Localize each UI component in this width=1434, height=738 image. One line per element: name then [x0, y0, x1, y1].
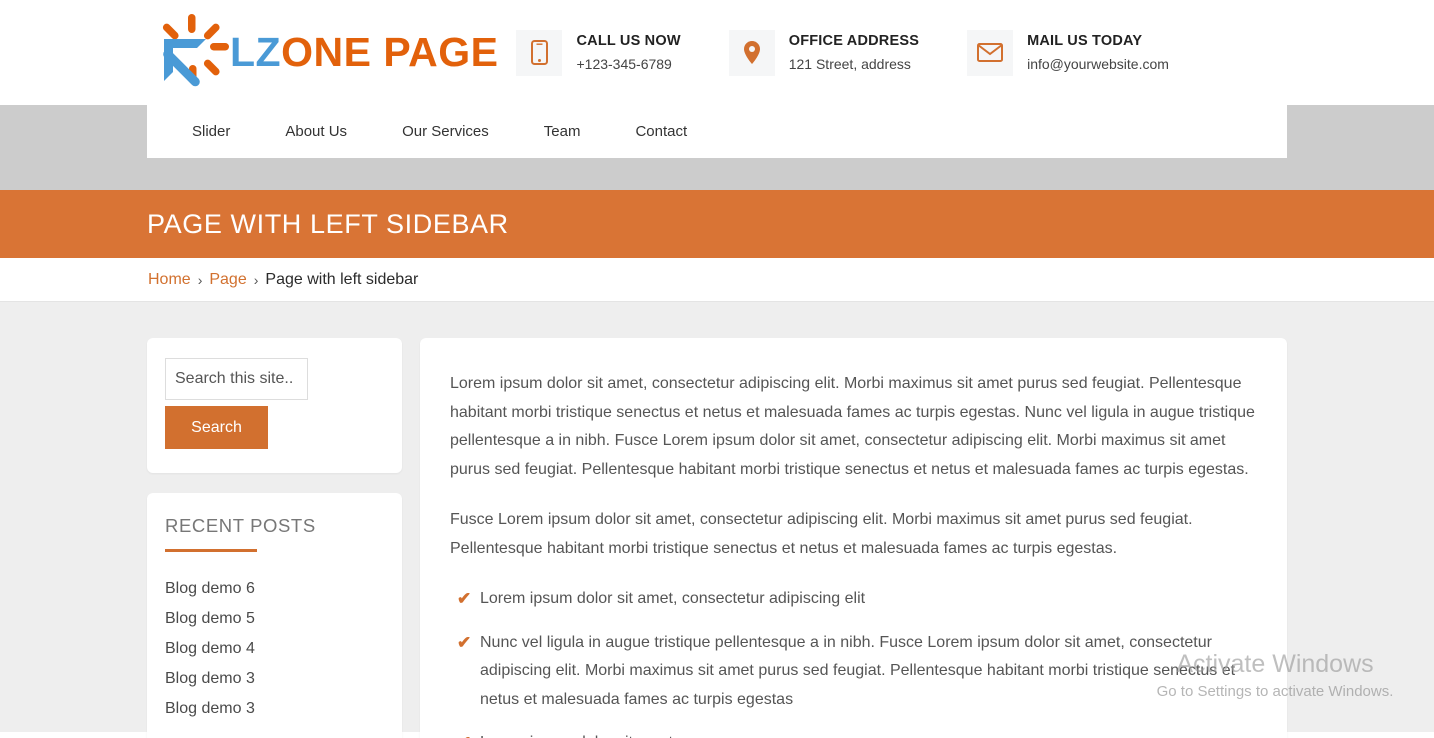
main-navigation: Slider About Us Our Services Team Contac…	[147, 105, 1287, 158]
article-paragraph-2: Fusce Lorem ipsum dolor sit amet, consec…	[450, 511, 1193, 557]
title-underline-accent	[165, 549, 257, 552]
main-column: Lorem ipsum dolor sit amet, consectetur …	[420, 338, 1287, 738]
list-item-label: Lorem ipsum dolor sit amet	[480, 734, 673, 738]
logo-text-lz: LZ	[230, 29, 282, 75]
recent-posts-widget: RECENT POSTS Blog demo 6 Blog demo 5 Blo…	[147, 493, 402, 738]
contact-mail-value: info@yourwebsite.com	[1027, 55, 1169, 72]
header-contact-list: CALL US NOW +123-345-6789 OFFICE ADDRESS…	[516, 29, 1169, 76]
nav-item-our-services[interactable]: Our Services	[402, 105, 489, 158]
feature-check-list: ✔ Lorem ipsum dolor sit amet, consectetu…	[450, 585, 1257, 738]
check-icon: ✔	[457, 589, 472, 608]
list-item[interactable]: Blog demo 6	[165, 574, 384, 604]
list-item[interactable]: Blog demo 5	[165, 604, 384, 634]
article-card: Lorem ipsum dolor sit amet, consectetur …	[420, 338, 1287, 738]
contact-call-title: CALL US NOW	[576, 32, 681, 49]
breadcrumb-page[interactable]: Page	[209, 271, 246, 289]
envelope-icon	[967, 29, 1014, 76]
search-button[interactable]: Search	[165, 406, 268, 449]
check-icon: ✔	[457, 632, 472, 652]
article-paragraph-1: Lorem ipsum dolor sit amet, consectetur …	[450, 375, 1255, 478]
contact-office-title: OFFICE ADDRESS	[788, 32, 920, 49]
list-item: ✔ Nunc vel ligula in augue tristique pel…	[450, 629, 1257, 715]
contact-call-us[interactable]: CALL US NOW +123-345-6789	[516, 29, 681, 76]
breadcrumb-separator-icon: ›	[197, 271, 203, 288]
breadcrumb-separator-icon: ›	[253, 271, 259, 288]
starburst-cursor-logo-icon	[162, 13, 229, 86]
list-item-label: Lorem ipsum dolor sit amet, consectetur …	[480, 590, 866, 607]
list-item[interactable]: Blog demo 3	[165, 694, 384, 724]
recent-posts-title: RECENT POSTS	[165, 515, 316, 536]
nav-item-team[interactable]: Team	[544, 105, 581, 158]
contact-call-value: +123-345-6789	[576, 55, 672, 72]
breadcrumb-current: Page with left sidebar	[265, 270, 419, 288]
list-item[interactable]: Blog demo 3	[165, 664, 384, 694]
nav-item-slider[interactable]: Slider	[192, 105, 230, 158]
contact-mail-us[interactable]: MAIL US TODAY info@yourwebsite.com	[967, 29, 1169, 76]
list-item[interactable]: Blog demo 4	[165, 634, 384, 664]
contact-mail-title: MAIL US TODAY	[1027, 32, 1143, 49]
list-item-label: Nunc vel ligula in augue tristique pelle…	[480, 633, 1236, 708]
nav-item-about-us[interactable]: About Us	[285, 105, 347, 158]
list-item: ✔ Lorem ipsum dolor sit amet	[450, 729, 1257, 738]
breadcrumb: Home › Page › Page with left sidebar	[148, 271, 418, 289]
search-widget: Search	[147, 338, 402, 473]
left-sidebar: Search RECENT POSTS Blog demo 6 Blog dem…	[147, 338, 402, 738]
page-banner: PAGE WITH LEFT SIDEBAR	[0, 190, 1434, 258]
check-icon: ✔	[457, 729, 471, 738]
content-area: Search RECENT POSTS Blog demo 6 Blog dem…	[0, 302, 1434, 738]
list-item: ✔ Lorem ipsum dolor sit amet, consectetu…	[450, 585, 1257, 614]
contact-office-value: 121 Street, address	[788, 55, 911, 72]
map-pin-icon	[728, 29, 775, 76]
nav-item-contact[interactable]: Contact	[635, 105, 687, 158]
contact-office-address[interactable]: OFFICE ADDRESS 121 Street, address	[728, 29, 920, 76]
breadcrumb-bar: Home › Page › Page with left sidebar	[0, 258, 1434, 302]
nav-strip: Slider About Us Our Services Team Contac…	[0, 105, 1434, 190]
logo-text-onepage: ONE PAGE	[281, 29, 499, 75]
page-title: PAGE WITH LEFT SIDEBAR	[147, 208, 509, 239]
breadcrumb-home[interactable]: Home	[148, 271, 191, 289]
logo-wordmark: LZONE PAGE	[230, 29, 498, 76]
mobile-phone-icon	[516, 29, 563, 76]
site-header: LZONE PAGE CALL US NOW +123-345-6789 OFF…	[0, 0, 1434, 105]
site-logo[interactable]: LZONE PAGE	[150, 0, 498, 105]
search-input[interactable]	[165, 358, 308, 400]
